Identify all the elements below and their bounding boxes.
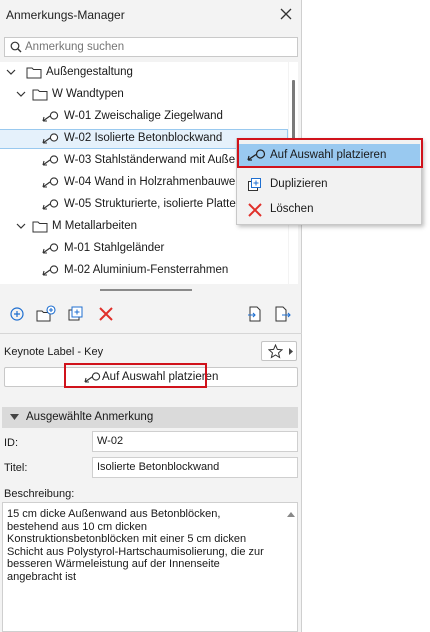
context-item-delete[interactable]: Löschen	[238, 198, 420, 222]
import-button[interactable]	[246, 305, 266, 325]
context-item-label: Auf Auswahl platzieren	[270, 149, 387, 161]
keynote-icon	[42, 111, 59, 122]
place-on-selection-button[interactable]: Auf Auswahl platzieren	[4, 367, 298, 387]
description-text: 15 cm dicke Außenwand aus Betonblöcken, …	[7, 508, 264, 583]
add-folder-icon	[36, 305, 56, 322]
tree-item-m01[interactable]: M-01 Stahlgeländer	[0, 239, 288, 259]
add-keynote-button[interactable]	[8, 305, 28, 325]
title-label: Titel:	[4, 462, 28, 474]
duplicate-button[interactable]	[67, 305, 87, 325]
title-bar: Anmerkungs-Manager	[0, 0, 302, 30]
search-input[interactable]	[25, 39, 293, 55]
id-field[interactable]: W-02	[92, 431, 298, 452]
context-item-place[interactable]: Auf Auswahl platzieren	[238, 144, 420, 168]
tree-item-label: W Wandtypen	[52, 88, 124, 100]
tree-item-label: Außengestaltung	[46, 66, 133, 78]
chevron-down-icon[interactable]	[6, 67, 16, 77]
keynote-icon	[42, 177, 59, 188]
keynote-icon	[42, 133, 59, 144]
keynote-icon	[42, 155, 59, 166]
place-icon	[84, 372, 101, 383]
context-item-label: Duplizieren	[270, 178, 328, 190]
scroll-up-arrow-icon[interactable]	[287, 511, 295, 517]
tree-item-label: M-02 Aluminium-Fensterrahmen	[64, 264, 229, 276]
delete-icon	[99, 307, 113, 321]
chevron-down-icon[interactable]	[16, 221, 26, 231]
description-scrollbar[interactable]	[285, 503, 297, 631]
folder-icon	[26, 67, 42, 79]
title-field[interactable]: Isolierte Betonblockwand	[92, 457, 298, 478]
tree-item-label: W-01 Zweischalige Ziegelwand	[64, 110, 223, 122]
add-folder-button[interactable]	[36, 305, 56, 325]
export-button[interactable]	[274, 305, 294, 325]
keynote-icon	[42, 199, 59, 210]
tree-item-w01[interactable]: W-01 Zweischalige Ziegelwand	[0, 107, 288, 127]
context-item-label: Löschen	[270, 203, 314, 215]
keynote-icon	[42, 265, 59, 276]
tree-toolbar	[0, 300, 302, 330]
tree-item-label: M-01 Stahlgeländer	[64, 242, 165, 254]
folder-icon	[32, 221, 48, 233]
delete-button[interactable]	[97, 305, 117, 325]
keynote-label-title: Keynote Label - Key	[4, 346, 104, 358]
import-icon	[248, 306, 261, 322]
place-icon	[247, 149, 266, 161]
context-menu: Auf Auswahl platzieren Duplizieren Lösch…	[236, 138, 422, 225]
context-item-duplicate[interactable]: Duplizieren	[238, 173, 420, 197]
folder-icon	[32, 89, 48, 101]
tree-item-label: M Metallarbeiten	[52, 220, 138, 232]
duplicate-icon	[68, 306, 83, 321]
keynote-manager-panel: Anmerkungs-Manager Außengestaltung W Wan…	[0, 0, 302, 632]
panel-title: Anmerkungs-Manager	[6, 8, 125, 22]
caret-right-icon	[289, 348, 293, 355]
add-circle-icon	[10, 307, 24, 321]
tree-folder-aussengestaltung[interactable]: Außengestaltung	[0, 63, 288, 83]
star-icon	[268, 344, 283, 359]
duplicate-icon	[248, 178, 261, 191]
collapse-caret-icon[interactable]	[10, 414, 19, 421]
delete-icon	[248, 203, 262, 217]
description-label: Beschreibung:	[4, 488, 75, 500]
tree-folder-wandtypen[interactable]: W Wandtypen	[0, 85, 288, 105]
search-icon	[10, 41, 22, 53]
favorites-button[interactable]	[261, 341, 297, 361]
tree-item-label: W-04 Wand in Holzrahmenbauwe	[64, 176, 236, 188]
chevron-down-icon[interactable]	[16, 89, 26, 99]
tree-item-label: W-05 Strukturierte, isolierte Platte	[64, 198, 236, 210]
close-icon[interactable]	[278, 6, 294, 22]
tree-item-label: W-02 Isolierte Betonblockwand	[64, 132, 223, 144]
keynote-icon	[42, 243, 59, 254]
tree-item-label: W-03 Stahlständerwand mit Auße	[64, 154, 236, 166]
place-button-label: Auf Auswahl platzieren	[102, 371, 219, 383]
search-box	[4, 37, 298, 57]
section-title: Ausgewählte Anmerkung	[26, 411, 154, 423]
tree-item-m02[interactable]: M-02 Aluminium-Fensterrahmen	[0, 261, 288, 281]
description-field[interactable]: 15 cm dicke Außenwand aus Betonblöcken, …	[2, 502, 298, 632]
export-icon	[275, 306, 291, 322]
horizontal-scrollbar-thumb[interactable]	[100, 289, 192, 291]
id-label: ID:	[4, 437, 19, 449]
selected-keynote-section-header[interactable]: Ausgewählte Anmerkung	[2, 407, 298, 428]
divider	[0, 333, 302, 334]
